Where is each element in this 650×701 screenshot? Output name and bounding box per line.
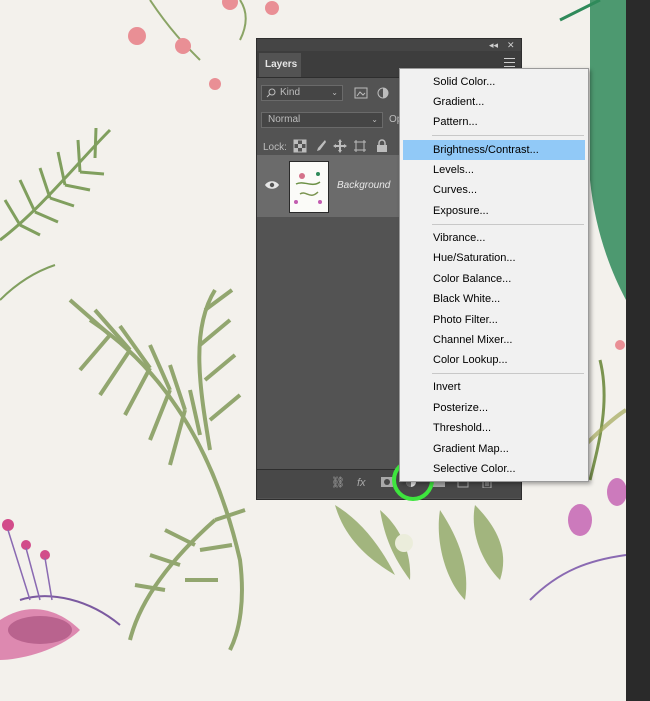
layer-thumbnail [289, 161, 329, 213]
lock-label: Lock: [263, 142, 287, 153]
menu-item-color-balance[interactable]: Color Balance... [403, 269, 585, 289]
adjustment-filter-icon[interactable] [375, 85, 391, 101]
app-background-strip [626, 0, 650, 701]
search-icon [266, 88, 276, 98]
blend-mode-select[interactable]: Normal ⌄ [261, 112, 383, 128]
menu-item-gradient[interactable]: Gradient... [403, 92, 585, 112]
menu-separator [432, 373, 584, 374]
menu-item-pattern[interactable]: Pattern... [403, 112, 585, 132]
menu-separator [432, 135, 584, 136]
menu-item-brightness-contrast[interactable]: Brightness/Contrast... [403, 140, 585, 160]
close-icon[interactable]: ✕ [507, 39, 515, 51]
visibility-eye-icon[interactable] [265, 180, 279, 190]
lock-brush-icon[interactable] [313, 139, 327, 153]
menu-item-photo-filter[interactable]: Photo Filter... [403, 310, 585, 330]
thumbnail-artwork [294, 172, 322, 204]
menu-item-gradient-map[interactable]: Gradient Map... [403, 439, 585, 459]
menu-item-curves[interactable]: Curves... [403, 180, 585, 200]
menu-item-vibrance[interactable]: Vibrance... [403, 228, 585, 248]
menu-item-threshold[interactable]: Threshold... [403, 418, 585, 438]
kind-filter-select[interactable]: Kind ⌄ [261, 85, 343, 101]
menu-item-invert[interactable]: Invert [403, 377, 585, 397]
menu-item-channel-mixer[interactable]: Channel Mixer... [403, 330, 585, 350]
menu-separator [432, 224, 584, 225]
link-icon[interactable]: ⛓ [331, 476, 345, 490]
chevron-down-icon: ⌄ [331, 88, 338, 97]
panel-titlebar[interactable]: ◂◂ ✕ [257, 39, 521, 51]
lock-all-icon[interactable] [375, 139, 389, 153]
layer-name: Background [337, 180, 391, 191]
menu-item-selective-color[interactable]: Selective Color... [403, 459, 585, 479]
lock-transparency-icon[interactable] [293, 139, 307, 153]
pixel-filter-icon[interactable] [353, 85, 369, 101]
adjustment-layer-menu: Solid Color... Gradient... Pattern... Br… [399, 68, 589, 482]
menu-item-color-lookup[interactable]: Color Lookup... [403, 350, 585, 370]
fx-icon[interactable]: fx [357, 476, 366, 490]
collapse-icon[interactable]: ◂◂ [489, 39, 498, 51]
menu-item-black-white[interactable]: Black White... [403, 289, 585, 309]
lock-artboard-icon[interactable] [353, 139, 367, 153]
menu-item-solid-color[interactable]: Solid Color... [403, 72, 585, 92]
kind-label: Kind [280, 87, 301, 98]
blend-mode-value: Normal [268, 114, 301, 125]
menu-item-exposure[interactable]: Exposure... [403, 201, 585, 221]
menu-item-hue-saturation[interactable]: Hue/Saturation... [403, 248, 585, 268]
chevron-down-icon: ⌄ [371, 115, 378, 124]
menu-item-levels[interactable]: Levels... [403, 160, 585, 180]
lock-move-icon[interactable] [333, 139, 347, 153]
panel-menu-icon[interactable] [504, 58, 515, 67]
menu-item-posterize[interactable]: Posterize... [403, 398, 585, 418]
tab-layers[interactable]: Layers [259, 53, 301, 77]
